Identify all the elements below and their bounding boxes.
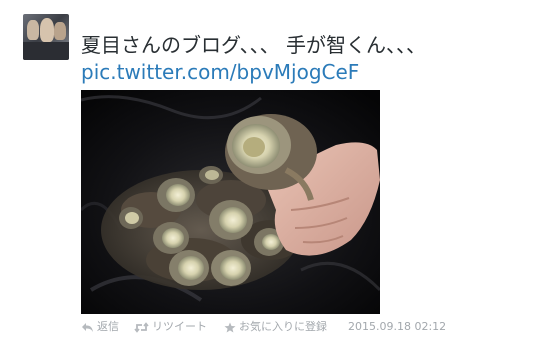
turban-shells-photo [81, 90, 380, 314]
retweet-label: リツイート [152, 320, 207, 333]
retweet-button[interactable]: リツイート [134, 319, 207, 335]
blurred-user-name [81, 12, 351, 26]
favorite-label: お気に入りに登録 [239, 320, 327, 333]
reply-button[interactable]: 返信 [81, 319, 119, 335]
retweet-icon [134, 321, 149, 333]
tweet-actions: 返信 リツイート お気に入りに登録 2015.09.18 02:12 [81, 319, 541, 335]
tweet-text: 夏目さんのブログ、、、 手が智くん、、、 pic.twitter.com/bpv… [81, 32, 521, 86]
avatar[interactable] [23, 14, 69, 60]
tweet-photo[interactable] [81, 90, 380, 314]
star-icon [224, 322, 236, 332]
tweet-text-line: 夏目さんのブログ、、、 手が智くん、、、 [81, 33, 426, 57]
reply-label: 返信 [97, 320, 119, 333]
tweet-media-link[interactable]: pic.twitter.com/bpvMjogCeF [81, 59, 521, 86]
reply-icon [82, 322, 93, 332]
tweet: 夏目さんのブログ、、、 手が智くん、、、 pic.twitter.com/bpv… [0, 0, 552, 356]
favorite-button[interactable]: お気に入りに登録 [224, 319, 327, 335]
timestamp[interactable]: 2015.09.18 02:12 [348, 319, 446, 335]
